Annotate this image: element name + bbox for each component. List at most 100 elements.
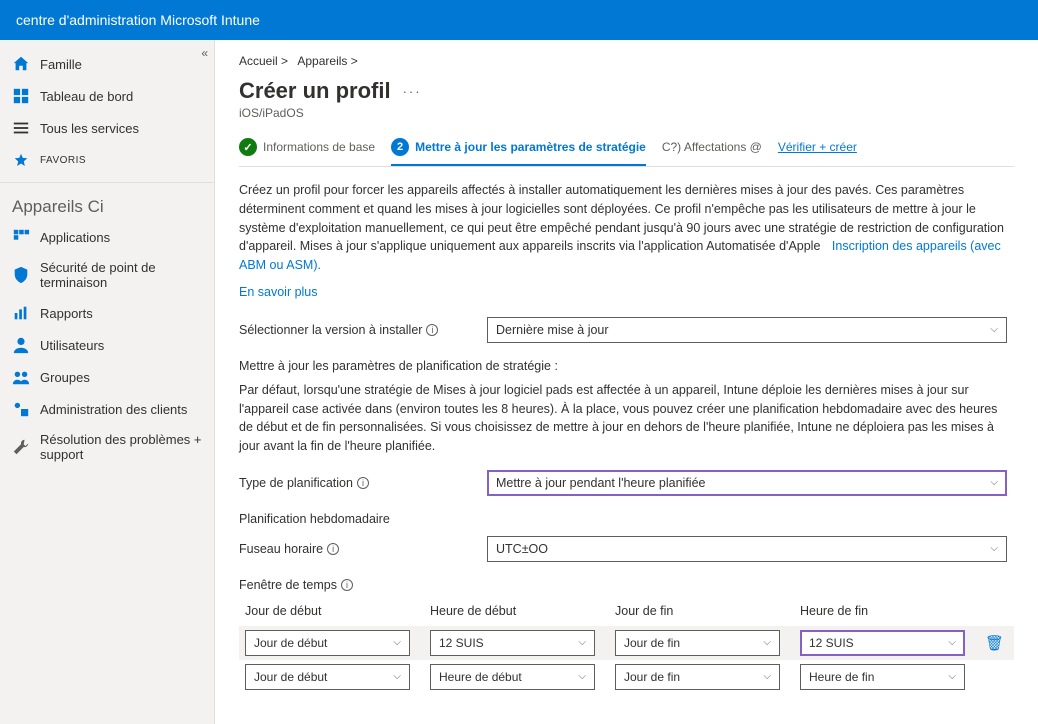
time-window-headers: Jour de début Heure de début Jour de fin… <box>239 604 1014 626</box>
more-actions-icon[interactable]: ··· <box>403 84 422 99</box>
info-icon[interactable]: i <box>327 543 339 555</box>
page-subtitle: iOS/iPadOS <box>239 106 1014 120</box>
groups-icon <box>12 368 30 386</box>
sidebar-item-troubleshoot[interactable]: Résolution des problèmes + support <box>0 425 214 469</box>
chevron-down-icon: ⌵ <box>578 637 586 648</box>
info-icon[interactable]: i <box>426 324 438 336</box>
sidebar-item-apps[interactable]: Applications <box>0 221 214 253</box>
check-icon <box>239 138 257 156</box>
timezone-row: Fuseau horaire i UTC±OO ⌵ <box>239 536 1014 562</box>
time-window-label: Fenêtre de temps i <box>239 578 1014 592</box>
chevron-down-icon: ⌵ <box>948 671 956 682</box>
collapse-sidebar-icon[interactable]: « <box>201 46 208 60</box>
schedule-settings-header: Mettre à jour les paramètres de planific… <box>239 359 1014 373</box>
end-time-select[interactable]: 12 SUIS⌵ <box>800 630 965 656</box>
sidebar-item-label: Tableau de bord <box>40 89 133 104</box>
timezone-select[interactable]: UTC±OO ⌵ <box>487 536 1007 562</box>
start-day-select[interactable]: Jour de début⌵ <box>245 630 410 656</box>
time-window-row: Jour de début⌵ 12 SUIS⌵ Jour de fin⌵ 12 … <box>239 626 1014 660</box>
info-icon[interactable]: i <box>341 579 353 591</box>
learn-more-link[interactable]: En savoir plus <box>239 285 1014 299</box>
chevron-down-icon: ⌵ <box>763 671 771 682</box>
user-icon <box>12 336 30 354</box>
sidebar-favoris: FAVORIS <box>0 144 214 176</box>
col-start-time: Heure de début <box>430 604 595 618</box>
sidebar-item-label: Rapports <box>40 306 93 321</box>
sidebar-item-label: Utilisateurs <box>40 338 104 353</box>
step-label: C?) Affectations @ <box>662 140 762 154</box>
start-day-select[interactable]: Jour de début⌵ <box>245 664 410 690</box>
time-window-row: Jour de début⌵ Heure de début⌵ Jour de f… <box>239 660 1014 694</box>
chevron-down-icon: ⌵ <box>948 637 956 648</box>
col-start-day: Jour de début <box>245 604 410 618</box>
sidebar-item-security[interactable]: Sécurité de point de terminaison <box>0 253 214 297</box>
sidebar-item-label: Famille <box>40 57 82 72</box>
schedule-settings-text: Par défaut, lorsqu'une stratégie de Mise… <box>239 381 1014 456</box>
shell: « Famille Tableau de bord Tous les servi… <box>0 40 1038 724</box>
shield-icon <box>12 266 30 284</box>
col-end-day: Jour de fin <box>615 604 780 618</box>
end-day-select[interactable]: Jour de fin⌵ <box>615 664 780 690</box>
sidebar-section-header: Appareils Ci <box>0 189 214 221</box>
info-icon[interactable]: i <box>357 477 369 489</box>
weekly-header: Planification hebdomadaire <box>239 512 1014 526</box>
step-label: Informations de base <box>263 140 375 154</box>
sidebar-item-label: Résolution des problèmes + support <box>40 432 202 462</box>
chevron-down-icon: ⌵ <box>578 671 586 682</box>
schedule-type-select[interactable]: Mettre à jour pendant l'heure planifiée … <box>487 470 1007 496</box>
delete-row-icon[interactable]: 🗑 <box>985 634 1004 652</box>
timezone-label: Fuseau horaire i <box>239 542 487 556</box>
home-icon <box>12 55 30 73</box>
breadcrumb-home[interactable]: Accueil > <box>239 54 288 68</box>
sidebar-item-label: Applications <box>40 230 110 245</box>
breadcrumb-devices[interactable]: Appareils > <box>297 54 357 68</box>
version-row: Sélectionner la version à installer i De… <box>239 317 1014 343</box>
step-label: Vérifier + créer <box>778 140 857 154</box>
step-assignments[interactable]: C?) Affectations @ <box>662 140 762 154</box>
chevron-down-icon: ⌵ <box>990 543 998 554</box>
sidebar-item-label: Groupes <box>40 370 90 385</box>
sidebar-item-users[interactable]: Utilisateurs <box>0 329 214 361</box>
step-label: Mettre à jour les paramètres de stratégi… <box>415 140 646 154</box>
chevron-down-icon: ⌵ <box>763 637 771 648</box>
chevron-down-icon: ⌵ <box>990 477 998 488</box>
schedule-type-label: Type de planification i <box>239 476 487 490</box>
apps-icon <box>12 228 30 246</box>
end-time-select[interactable]: Heure de fin⌵ <box>800 664 965 690</box>
col-end-time: Heure de fin <box>800 604 965 618</box>
start-time-select[interactable]: 12 SUIS⌵ <box>430 630 595 656</box>
top-bar: centre d'administration Microsoft Intune <box>0 0 1038 40</box>
sidebar-item-services[interactable]: Tous les services <box>0 112 214 144</box>
wrench-icon <box>12 438 30 456</box>
sidebar-item-groups[interactable]: Groupes <box>0 361 214 393</box>
star-icon <box>12 151 30 169</box>
version-select[interactable]: Dernière mise à jour ⌵ <box>487 317 1007 343</box>
step-basics[interactable]: Informations de base <box>239 138 375 156</box>
sidebar: « Famille Tableau de bord Tous les servi… <box>0 40 215 724</box>
start-time-select[interactable]: Heure de début⌵ <box>430 664 595 690</box>
chevron-down-icon: ⌵ <box>393 637 401 648</box>
sidebar-item-home[interactable]: Famille <box>0 48 214 80</box>
list-icon <box>12 119 30 137</box>
sidebar-item-label: Administration des clients <box>40 402 187 417</box>
tenant-icon <box>12 400 30 418</box>
step-number-icon: 2 <box>391 138 409 156</box>
wizard-steps: Informations de base 2 Mettre à jour les… <box>239 138 1014 167</box>
sidebar-item-reports[interactable]: Rapports <box>0 297 214 329</box>
sidebar-item-dashboard[interactable]: Tableau de bord <box>0 80 214 112</box>
end-day-select[interactable]: Jour de fin⌵ <box>615 630 780 656</box>
step-review[interactable]: Vérifier + créer <box>778 140 857 154</box>
divider <box>0 182 214 183</box>
breadcrumb: Accueil > Appareils > <box>239 54 1014 68</box>
step-update-settings[interactable]: 2 Mettre à jour les paramètres de straté… <box>391 138 646 166</box>
page-title-row: Créer un profil ··· <box>239 78 1014 104</box>
schedule-type-row: Type de planification i Mettre à jour pe… <box>239 470 1014 496</box>
version-label: Sélectionner la version à installer i <box>239 323 487 337</box>
chevron-down-icon: ⌵ <box>393 671 401 682</box>
page-title: Créer un profil <box>239 78 391 104</box>
description-text: Créez un profil pour forcer les appareil… <box>239 181 1014 275</box>
sidebar-item-tenant[interactable]: Administration des clients <box>0 393 214 425</box>
sidebar-item-label: Sécurité de point de terminaison <box>40 260 202 290</box>
main-content: Accueil > Appareils > Créer un profil ··… <box>215 40 1038 724</box>
sidebar-item-label: Tous les services <box>40 121 139 136</box>
